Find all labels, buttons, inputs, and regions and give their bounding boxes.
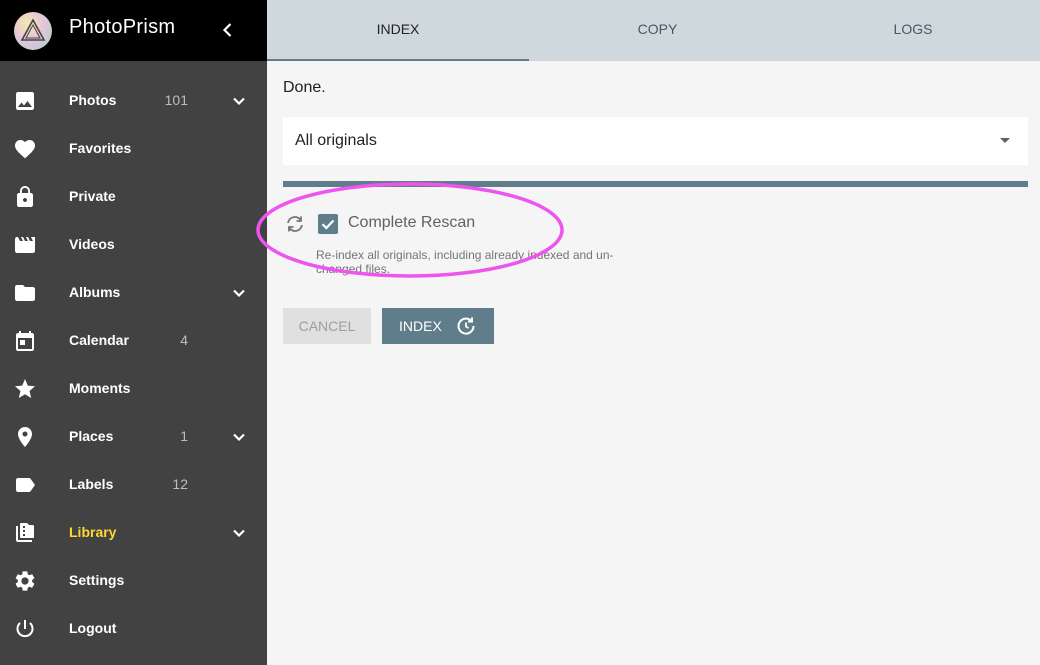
tab-index[interactable]: INDEX [267, 0, 529, 61]
calendar-icon [13, 329, 37, 353]
sidebar-item-count: 1 [180, 428, 188, 444]
label-icon [13, 473, 37, 497]
sidebar-item-labels[interactable]: Labels 12 [0, 461, 267, 509]
hint-line: Re-index all originals, including alread… [316, 248, 614, 262]
sidebar-item-label: Favorites [69, 140, 132, 156]
sidebar-item-count: 12 [172, 476, 188, 492]
chevron-down-icon[interactable] [227, 521, 251, 545]
sidebar-item-albums[interactable]: Albums [0, 269, 267, 317]
sidebar-item-moments[interactable]: Moments [0, 365, 267, 413]
index-button[interactable]: Index [382, 308, 494, 344]
checkmark-icon [321, 219, 335, 230]
tab-logs[interactable]: LOGS [786, 0, 1040, 61]
lock-icon [13, 185, 37, 209]
sidebar-header: PhotoPrism [0, 0, 267, 61]
tab-label: LOGS [893, 21, 933, 37]
sidebar-item-places[interactable]: Places 1 [0, 413, 267, 461]
sidebar-item-label: Albums [69, 284, 121, 300]
tab-copy[interactable]: COPY [529, 0, 786, 61]
sidebar-item-label: Videos [69, 236, 115, 252]
status-text: Done. [283, 79, 326, 96]
tab-label: COPY [637, 21, 678, 37]
heart-icon [13, 137, 37, 161]
tab-active-indicator [267, 59, 529, 61]
tab-label: INDEX [376, 21, 420, 37]
sidebar-item-library[interactable]: Library [0, 509, 267, 557]
power-icon [13, 617, 37, 641]
sidebar-item-label: Logout [69, 620, 117, 636]
chevron-down-icon[interactable] [227, 425, 251, 449]
sidebar-item-label: Places [69, 428, 114, 444]
sidebar-item-favorites[interactable]: Favorites [0, 125, 267, 173]
library-icon [13, 521, 37, 545]
sidebar-item-label: Photos [69, 92, 117, 108]
sidebar: PhotoPrism Photos 101 Favorites Private … [0, 0, 267, 665]
sidebar-item-calendar[interactable]: Calendar 4 [0, 317, 267, 365]
app-logo[interactable] [14, 12, 52, 50]
gear-icon [13, 569, 37, 593]
sidebar-item-label: Library [69, 524, 117, 540]
progress-bar [283, 181, 1028, 187]
sidebar-item-count: 4 [180, 332, 188, 348]
sidebar-item-label: Private [69, 188, 116, 204]
path-select[interactable]: All originals [283, 117, 1028, 165]
checkbox-label[interactable]: Complete Rescan [348, 214, 475, 232]
checkbox-hint: Re-index all originals, including alread… [316, 248, 626, 276]
hint-line: changed files. [316, 262, 391, 276]
folder-icon [13, 281, 37, 305]
cancel-button[interactable]: Cancel [283, 308, 371, 344]
image-icon [13, 89, 37, 113]
sidebar-item-label: Labels [69, 476, 114, 492]
sidebar-item-count: 101 [164, 92, 188, 108]
sidebar-item-label: Settings [69, 572, 125, 588]
dropdown-arrow-icon [1000, 138, 1010, 143]
tab-bar: INDEX COPY LOGS [267, 0, 1040, 61]
sidebar-item-photos[interactable]: Photos 101 [0, 77, 267, 125]
place-icon [13, 425, 37, 449]
sidebar-item-settings[interactable]: Settings [0, 557, 267, 605]
select-value: All originals [295, 132, 377, 149]
app-title: PhotoPrism [69, 16, 176, 38]
star-icon [13, 377, 37, 401]
sync-icon [283, 212, 307, 236]
chevron-down-icon[interactable] [227, 281, 251, 305]
video-icon [13, 233, 37, 257]
sidebar-item-videos[interactable]: Videos [0, 221, 267, 269]
refresh-icon [455, 315, 477, 337]
collapse-sidebar-icon[interactable] [216, 18, 240, 42]
complete-rescan-checkbox[interactable] [318, 214, 338, 234]
sidebar-item-label: Calendar [69, 332, 129, 348]
index-button-label: Index [399, 318, 442, 334]
sidebar-item-label: Moments [69, 380, 131, 396]
sidebar-item-logout[interactable]: Logout [0, 605, 267, 653]
chevron-down-icon[interactable] [227, 89, 251, 113]
sidebar-item-private[interactable]: Private [0, 173, 267, 221]
